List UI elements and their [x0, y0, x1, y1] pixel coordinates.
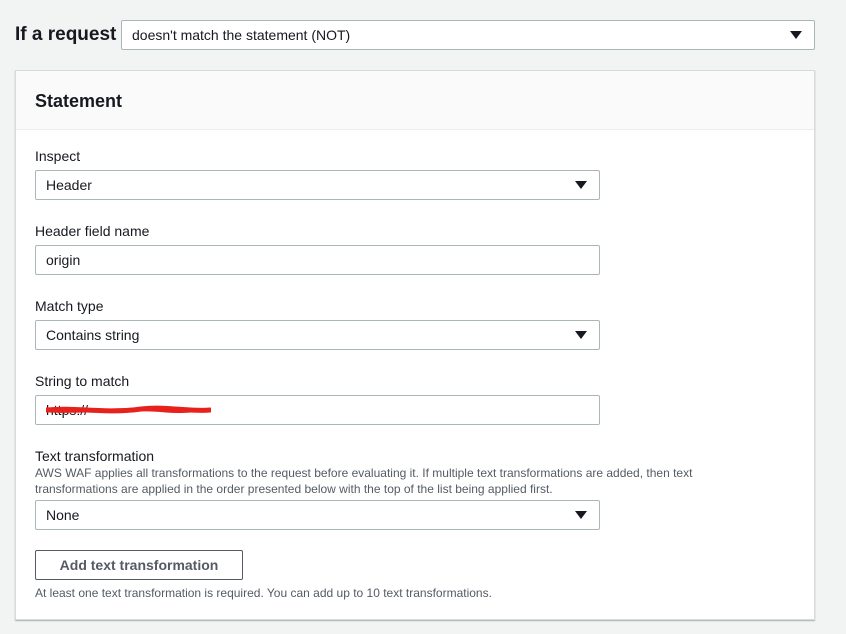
condition-select[interactable]: doesn't match the statement (NOT)	[121, 20, 815, 50]
string-to-match-label: String to match	[35, 373, 130, 389]
match-type-select[interactable]: Contains string	[35, 320, 600, 350]
condition-label: If a request	[15, 24, 117, 45]
text-transformation-label: Text transformation	[35, 448, 155, 464]
caret-down-icon	[575, 511, 587, 519]
text-transformation-footnote: At least one text transformation is requ…	[35, 586, 492, 600]
redaction-mark	[46, 405, 211, 414]
header-field-name-input[interactable]	[35, 245, 600, 275]
match-type-select-value: Contains string	[46, 327, 140, 343]
inspect-select-value: Header	[46, 177, 92, 193]
inspect-select[interactable]: Header	[35, 170, 600, 200]
text-transformation-select-value: None	[46, 507, 80, 523]
statement-panel: Statement Inspect Header Header field na…	[15, 70, 815, 620]
caret-down-icon	[575, 331, 587, 339]
caret-down-icon	[790, 31, 802, 39]
string-to-match-input[interactable]: https://	[35, 395, 600, 425]
caret-down-icon	[575, 181, 587, 189]
header-field-name-label: Header field name	[35, 223, 150, 239]
text-transformation-select[interactable]: None	[35, 500, 600, 530]
text-transformation-description: AWS WAF applies all transformations to t…	[35, 466, 693, 496]
inspect-label: Inspect	[35, 148, 81, 164]
condition-row: If a request doesn't match the statement…	[0, 19, 846, 51]
add-text-transformation-button[interactable]: Add text transformation	[35, 550, 243, 580]
statement-title: Statement	[35, 91, 123, 111]
condition-select-value: doesn't match the statement (NOT)	[132, 27, 351, 43]
statement-panel-header: Statement	[16, 71, 814, 130]
match-type-label: Match type	[35, 298, 104, 314]
